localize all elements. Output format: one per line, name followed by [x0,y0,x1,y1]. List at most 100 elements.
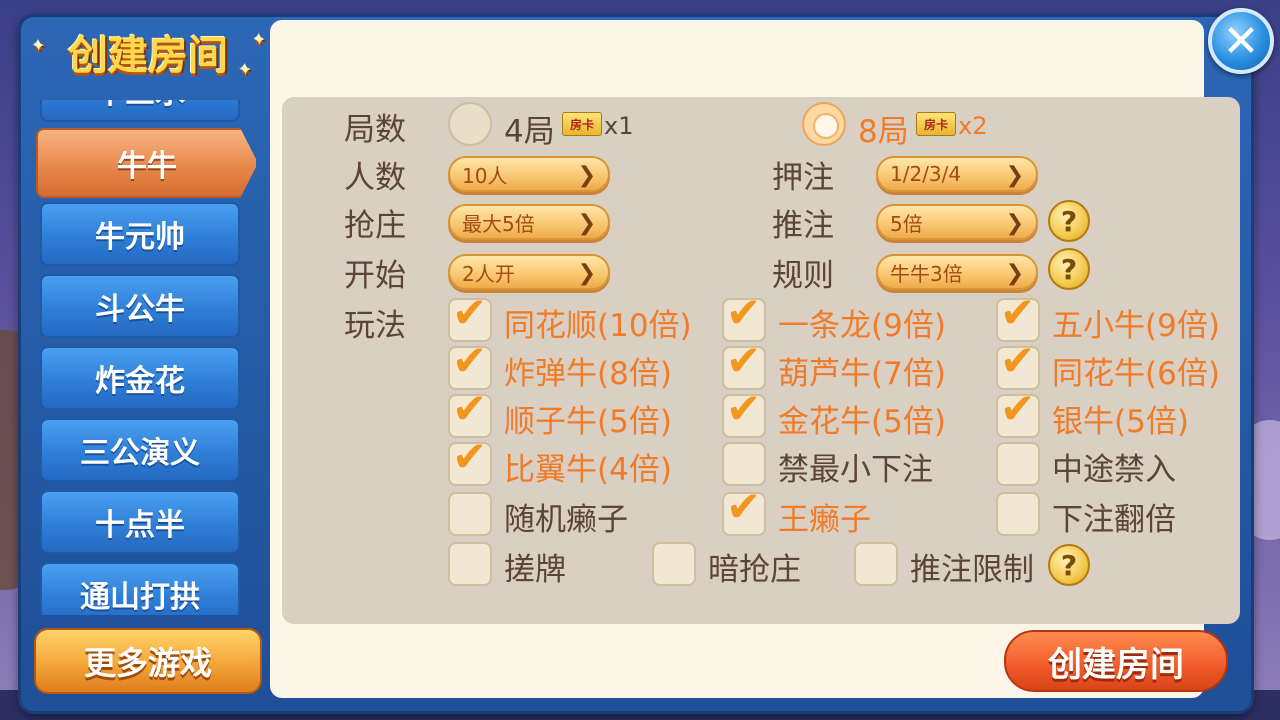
start-select[interactable]: 2人开 ❯ [448,254,610,290]
play-option-label: 搓牌 [504,552,566,588]
play-option-label: 比翼牛(4倍) [504,452,672,488]
close-icon: ✕ [1222,15,1260,67]
play-option-label: 金花牛(5倍) [778,404,946,440]
play-option-label: 炸弹牛(8倍) [504,356,672,392]
bet-select[interactable]: 1/2/3/4 ❯ [876,156,1038,192]
push-bet-label: 推注 [772,208,834,244]
checkmark-icon: ✔ [1000,384,1036,433]
checkmark-icon: ✔ [452,288,488,337]
play-option-checkbox[interactable]: ✔ [722,388,766,438]
players-select[interactable]: 10人 ❯ [448,156,610,192]
room-card-icon: 房卡 [562,112,602,136]
play-label: 玩法 [344,308,406,344]
tab-label: 十点半 [95,508,185,543]
rounds-4-text: 4局 [504,114,555,150]
checkmark-icon: ✔ [726,336,762,385]
play-option-label: 下注翻倍 [1052,502,1176,538]
rounds-8-radio[interactable] [802,102,846,146]
bet-value: 1/2/3/4 [890,162,962,186]
banker-value: 最大5倍 [462,211,535,236]
tab-niuniu[interactable]: 牛牛 [36,128,256,198]
checkmark-icon: ✔ [1000,336,1036,385]
tab-sangongyanyi[interactable]: 三公演义 [40,418,240,482]
tab-label: 炸金花 [95,364,185,399]
push-bet-help-icon[interactable]: ? [1048,200,1090,242]
rules-help-icon[interactable]: ? [1048,248,1090,290]
play-option-checkbox[interactable] [996,442,1040,486]
checkmark-icon: ✔ [1000,288,1036,337]
chevron-right-icon: ❯ [577,261,596,286]
players-label: 人数 [344,160,406,196]
banker-label: 抢庄 [344,208,406,244]
chevron-right-icon: ❯ [1005,163,1024,188]
play-option-label: 同花牛(6倍) [1052,356,1220,392]
rounds-4-multiplier: x1 [604,112,634,140]
checkmark-icon: ✔ [726,384,762,433]
checkmark-icon: ✔ [726,288,762,337]
play-option-label: 随机癞子 [504,502,628,538]
tab-tongshandagong[interactable]: 通山打拱 [40,562,240,615]
play-option-checkbox[interactable] [652,542,696,586]
bet-label: 押注 [772,160,834,196]
play-option-checkbox[interactable]: ✔ [996,388,1040,438]
play-option-label: 一条龙(9倍) [778,308,946,344]
game-tab-list: 十三水 牛牛 牛元帅 斗公牛 炸金花 三公演义 十点半 通山打拱 [36,100,256,615]
room-card-icon: 房卡 [916,112,956,136]
tab-dougongniu[interactable]: 斗公牛 [40,274,240,338]
more-games-button[interactable]: 更多游戏 [34,628,262,694]
close-button[interactable]: ✕ [1208,8,1274,74]
star-icon: ✦ [252,30,266,49]
tab-label: 十三水 [95,100,185,112]
tab-label: 斗公牛 [95,292,185,327]
rounds-label: 局数 [344,112,406,148]
chevron-right-icon: ❯ [1005,211,1024,236]
tab-label: 牛牛 [117,149,177,184]
play-option-checkbox[interactable] [996,492,1040,536]
star-icon: ✦ [32,36,46,55]
push-limit-help-icon[interactable]: ? [1048,544,1090,586]
tab-shisanshui[interactable]: 十三水 [40,100,240,122]
start-label: 开始 [344,258,406,294]
tab-zhajinhua[interactable]: 炸金花 [40,346,240,410]
push-bet-value: 5倍 [890,211,923,236]
players-value: 10人 [462,163,508,188]
play-option-label: 禁最小下注 [778,452,933,488]
tab-niuyuanshuai[interactable]: 牛元帅 [40,202,240,266]
banker-select[interactable]: 最大5倍 ❯ [448,204,610,240]
dialog-title: ✦ 创建房间 ✦ ✦ [28,22,268,82]
play-option-checkbox[interactable] [448,492,492,536]
tab-label: 通山打拱 [80,580,200,615]
play-option-checkbox[interactable] [448,542,492,586]
tab-shidianban[interactable]: 十点半 [40,490,240,554]
checkmark-icon: ✔ [452,384,488,433]
rounds-8-text: 8局 [858,114,909,150]
play-option-checkbox[interactable]: ✔ [722,486,766,536]
chevron-right-icon: ❯ [577,163,596,188]
play-option-label: 中途禁入 [1052,452,1176,488]
star-icon: ✦ [238,60,252,79]
play-option-label: 同花顺(10倍) [504,308,692,344]
chevron-right-icon: ❯ [1005,261,1024,286]
rounds-4-radio[interactable] [448,102,492,146]
checkmark-icon: ✔ [726,482,762,531]
play-option-checkbox[interactable] [854,542,898,586]
play-option-checkbox[interactable]: ✔ [448,436,492,486]
checkmark-icon: ✔ [452,336,488,385]
play-option-label: 暗抢庄 [708,552,801,588]
play-option-label: 推注限制 [910,552,1034,588]
push-bet-select[interactable]: 5倍 ❯ [876,204,1038,240]
start-value: 2人开 [462,261,515,286]
create-room-button[interactable]: 创建房间 [1004,630,1228,692]
rounds-8-multiplier: x2 [958,112,988,140]
play-option-label: 葫芦牛(7倍) [778,356,946,392]
tab-label: 三公演义 [80,436,200,471]
dialog-title-text: 创建房间 [68,33,228,79]
chevron-right-icon: ❯ [577,211,596,236]
play-option-label: 银牛(5倍) [1052,404,1189,440]
rules-select[interactable]: 牛牛3倍 ❯ [876,254,1038,290]
play-option-label: 五小牛(9倍) [1052,308,1220,344]
rules-label: 规则 [772,258,834,294]
checkmark-icon: ✔ [452,432,488,481]
play-option-label: 顺子牛(5倍) [504,404,672,440]
play-option-checkbox[interactable] [722,442,766,486]
